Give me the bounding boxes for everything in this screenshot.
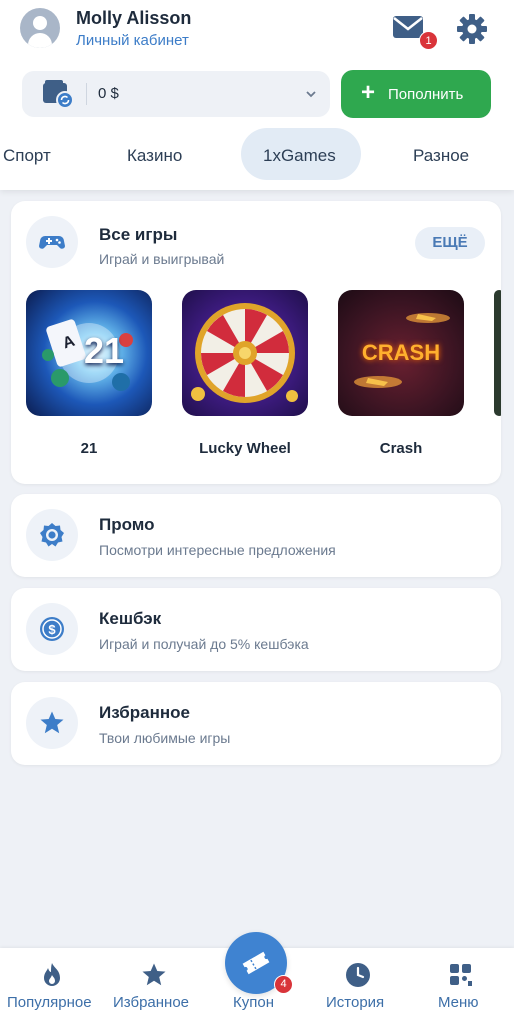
game-tile-crash[interactable]: CRASH	[338, 290, 464, 416]
dollar-coin-icon: $	[40, 617, 64, 641]
game-tile-next-peek[interactable]	[494, 290, 501, 416]
promo-card[interactable]: Промо Посмотри интересные предложения	[11, 494, 501, 577]
gamepad-icon	[39, 236, 65, 249]
game-21-tile-text: 21	[84, 330, 125, 371]
tab-casino[interactable]: Казино	[127, 146, 182, 166]
clock-icon	[346, 963, 370, 987]
promo-icon	[40, 523, 64, 547]
game-name-21: 21	[80, 440, 98, 457]
svg-text:$: $	[48, 622, 56, 637]
favorites-icon-circle	[26, 697, 78, 749]
ticket-icon	[242, 951, 270, 975]
coupon-badge: 4	[274, 975, 293, 994]
game-tile-21[interactable]: A 21	[26, 290, 152, 416]
personal-account-link[interactable]: Личный кабинет	[76, 32, 189, 49]
avatar-body	[28, 33, 52, 48]
cashback-title: Кешбэк	[99, 609, 162, 628]
game-name-lucky-wheel: Lucky Wheel	[199, 440, 291, 457]
crash-tile-text: CRASH	[361, 340, 441, 365]
star-icon	[142, 963, 166, 986]
gamepad-icon-circle	[26, 216, 78, 268]
all-games-title: Все игры	[99, 225, 178, 244]
all-games-card: Все игры Играй и выигрывай ЕЩЁ A 21 21 L…	[11, 201, 501, 484]
nav-favorites[interactable]: Избранное	[103, 948, 206, 1024]
grid-icon	[450, 964, 472, 986]
balance-value: 0 $	[98, 85, 119, 102]
all-games-subtitle: Играй и выигрывай	[99, 251, 225, 267]
avatar-head	[33, 16, 47, 30]
user-name[interactable]: Molly Alisson	[76, 8, 191, 29]
tab-1xgames[interactable]: 1xGames	[263, 146, 336, 166]
cashback-subtitle: Играй и получай до 5% кешбэка	[99, 636, 309, 652]
settings-button[interactable]	[455, 12, 489, 46]
nav-popular-label: Популярное	[7, 994, 92, 1011]
topup-button[interactable]: + Пополнить	[341, 70, 491, 118]
tab-misc[interactable]: Разное	[413, 146, 469, 166]
promo-subtitle: Посмотри интересные предложения	[99, 542, 336, 558]
nav-favorites-label: Избранное	[113, 994, 190, 1011]
flame-icon	[44, 963, 60, 986]
nav-menu[interactable]: Меню	[411, 948, 514, 1024]
mail-badge: 1	[419, 31, 438, 50]
favorites-card[interactable]: Избранное Твои любимые игры	[11, 682, 501, 765]
wallet-icon	[43, 80, 74, 109]
chevron-down-icon	[306, 91, 316, 98]
nav-history[interactable]: История	[308, 948, 411, 1024]
more-button[interactable]: ЕЩЁ	[415, 227, 485, 259]
header: Molly Alisson Личный кабинет 1 0 $ + Поп…	[0, 0, 514, 190]
game-name-crash: Crash	[379, 440, 423, 457]
balance-selector[interactable]: 0 $	[22, 71, 330, 117]
tab-sport[interactable]: Спорт	[3, 146, 51, 166]
nav-popular[interactable]: Популярное	[0, 948, 103, 1024]
avatar[interactable]	[20, 8, 60, 48]
plus-icon: +	[361, 79, 376, 106]
game-tile-lucky-wheel[interactable]	[182, 290, 308, 416]
nav-coupon-label: Купон	[233, 994, 274, 1011]
lucky-wheel-artwork	[191, 303, 298, 403]
promo-title: Промо	[99, 515, 155, 534]
favorites-title: Избранное	[99, 703, 190, 722]
topup-label: Пополнить	[388, 86, 464, 103]
gear-icon	[457, 14, 487, 44]
cashback-card[interactable]: $ Кешбэк Играй и получай до 5% кешбэка	[11, 588, 501, 671]
favorites-subtitle: Твои любимые игры	[99, 730, 231, 746]
cashback-icon-circle: $	[26, 603, 78, 655]
nav-history-label: История	[326, 994, 385, 1011]
nav-menu-label: Меню	[438, 994, 479, 1011]
promo-icon-circle	[26, 509, 78, 561]
star-icon	[40, 711, 64, 734]
balance-divider	[86, 83, 87, 105]
